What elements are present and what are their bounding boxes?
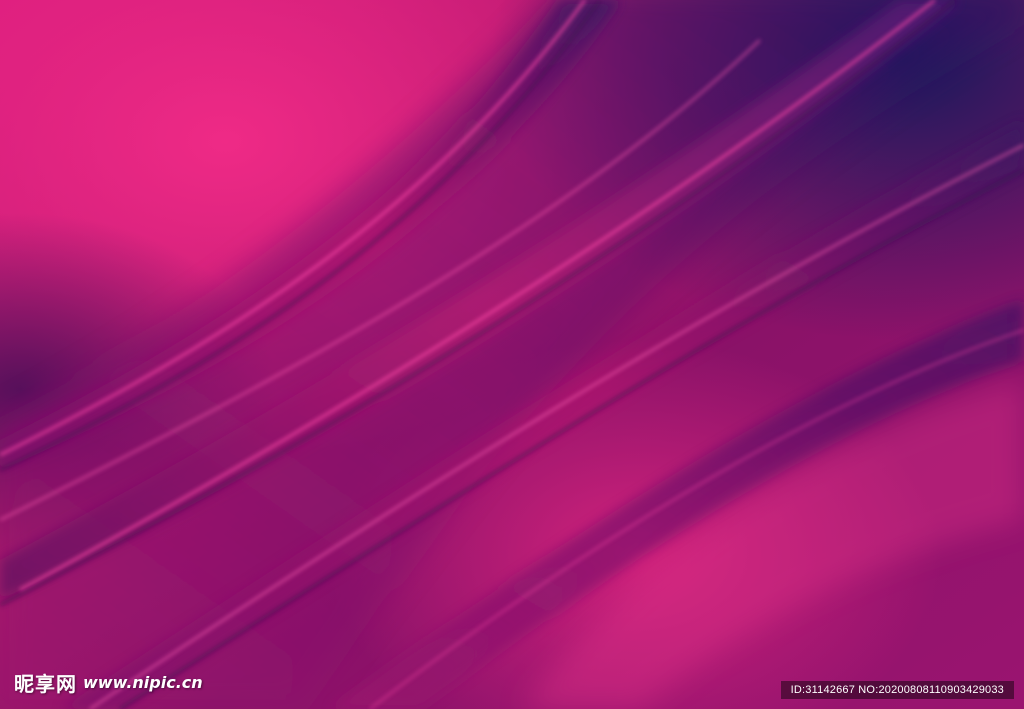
site-url: www.nipic.cn (83, 673, 203, 692)
site-name-cn: 昵享网 (14, 672, 77, 696)
image-id-label: ID:31142667 NO:20200808110903429033 (780, 681, 1014, 699)
silk-wave-background (0, 0, 1024, 709)
artwork-canvas: 昵享网 www.nipic.cn ID:31142667 NO:20200808… (0, 0, 1024, 709)
site-watermark-logo: 昵享网 www.nipic.cn (14, 668, 203, 697)
